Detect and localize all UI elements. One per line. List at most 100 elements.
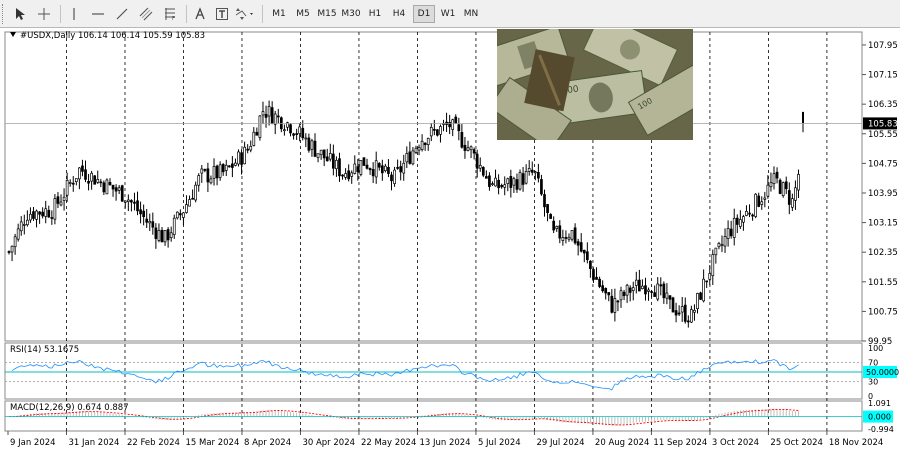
price-tick-label: 103.15 xyxy=(868,219,898,229)
timeframe-m15[interactable]: M15 xyxy=(316,5,338,23)
candle-body xyxy=(463,144,467,151)
candle-body xyxy=(29,213,32,221)
channel-icon[interactable] xyxy=(136,4,156,24)
time-tick-label: 20 Aug 2024 xyxy=(595,438,649,448)
candle-body xyxy=(347,170,351,180)
candle-body xyxy=(258,115,262,138)
time-tick-label: 13 Jun 2024 xyxy=(419,438,470,448)
candle-body xyxy=(647,289,650,292)
candle-body xyxy=(380,165,384,174)
candle-body xyxy=(191,197,194,200)
candle-body xyxy=(579,242,583,252)
candle-body xyxy=(622,291,626,297)
candle-body xyxy=(390,174,393,182)
symbol-menu-icon[interactable] xyxy=(10,32,16,37)
candle-body xyxy=(179,213,182,216)
macd-tick-label: -0.994 xyxy=(868,425,894,434)
shapes-icon[interactable] xyxy=(234,4,256,24)
candle-body xyxy=(56,196,60,204)
candle-body xyxy=(365,164,369,169)
candle-body xyxy=(604,287,608,294)
candle-body xyxy=(592,269,595,280)
candle-body xyxy=(781,182,785,196)
trendline-icon[interactable] xyxy=(112,4,132,24)
candle-body xyxy=(10,245,14,253)
candle-body xyxy=(686,320,690,323)
timeframe-m1[interactable]: M1 xyxy=(268,5,290,23)
candle-body xyxy=(631,287,635,292)
timeframe-m30[interactable]: M30 xyxy=(340,5,362,23)
candle-body xyxy=(44,208,48,217)
chart-window[interactable]: 107.95 107.15 106.35 105.55 104.75 103.95 103.… xyxy=(0,28,900,453)
candle-body xyxy=(377,163,381,168)
candle-body xyxy=(325,156,329,162)
candle-body xyxy=(509,176,513,188)
candle-body xyxy=(396,167,399,169)
candle-body xyxy=(71,182,75,185)
candle-body xyxy=(677,312,681,315)
candle-body xyxy=(582,249,586,254)
candle-body xyxy=(371,169,375,177)
candle-body xyxy=(264,114,268,118)
timeframe-mn[interactable]: MN xyxy=(460,5,482,23)
candle-body xyxy=(540,179,543,195)
candle-body xyxy=(26,219,29,226)
candle-body xyxy=(411,150,415,165)
candle-body xyxy=(561,237,565,241)
candle-body xyxy=(133,201,136,204)
candle-body xyxy=(515,179,519,190)
candle-body xyxy=(671,297,675,313)
timeframe-h1[interactable]: H1 xyxy=(364,5,386,23)
candle-body xyxy=(405,153,409,163)
candle-body xyxy=(543,194,546,208)
candle-body xyxy=(619,290,623,301)
time-tick-label: 3 Oct 2024 xyxy=(712,438,759,448)
price-tick-label: 101.55 xyxy=(868,278,898,288)
timeframe-w1[interactable]: W1 xyxy=(437,5,459,23)
candle-body xyxy=(607,292,611,296)
label-icon[interactable] xyxy=(212,4,232,24)
horizontal-line-icon[interactable] xyxy=(88,4,108,24)
time-tick-label: 22 May 2024 xyxy=(361,438,416,448)
candle-body xyxy=(690,309,693,323)
candle-body xyxy=(292,133,295,136)
candle-body xyxy=(494,177,497,187)
candle-body xyxy=(338,158,341,177)
candle-body xyxy=(420,140,424,151)
vertical-line-icon[interactable] xyxy=(64,4,84,24)
candle-body xyxy=(432,128,436,131)
candle-body xyxy=(402,162,406,174)
candle-body xyxy=(169,232,173,238)
candle-body xyxy=(699,292,702,300)
timeframe-m5[interactable]: M5 xyxy=(292,5,314,23)
candle-body xyxy=(485,176,488,179)
time-tick-label: 5 Jul 2024 xyxy=(478,438,521,448)
candle-body xyxy=(301,127,305,139)
candle-body xyxy=(304,137,308,140)
candle-body xyxy=(429,127,433,137)
toolbar-grip[interactable] xyxy=(2,4,4,24)
fibonacci-icon[interactable]: F xyxy=(160,4,180,24)
candle-body xyxy=(555,226,559,229)
candle-body xyxy=(108,181,112,186)
timeframe-d1[interactable]: D1 xyxy=(413,5,435,23)
crosshair-icon[interactable] xyxy=(34,4,54,24)
candle-body xyxy=(745,210,748,216)
candle-body xyxy=(533,171,537,174)
cursor-icon[interactable] xyxy=(10,4,30,24)
timeframe-h4[interactable]: H4 xyxy=(388,5,410,23)
candle-body xyxy=(711,254,715,277)
candle-body xyxy=(653,292,657,297)
candle-body xyxy=(243,146,246,165)
rsi-tick-label: 100 xyxy=(868,344,883,353)
candle-body xyxy=(126,199,130,203)
chart-canvas[interactable]: 107.95 107.15 106.35 105.55 104.75 103.95 103.… xyxy=(0,28,900,453)
text-icon[interactable] xyxy=(190,4,210,24)
candle-body xyxy=(252,131,256,146)
candle-body xyxy=(270,107,274,124)
candle-body xyxy=(748,212,751,215)
candle-body xyxy=(659,284,663,287)
candle-body xyxy=(246,148,250,151)
candle-body xyxy=(598,278,601,287)
candle-body xyxy=(237,151,240,165)
